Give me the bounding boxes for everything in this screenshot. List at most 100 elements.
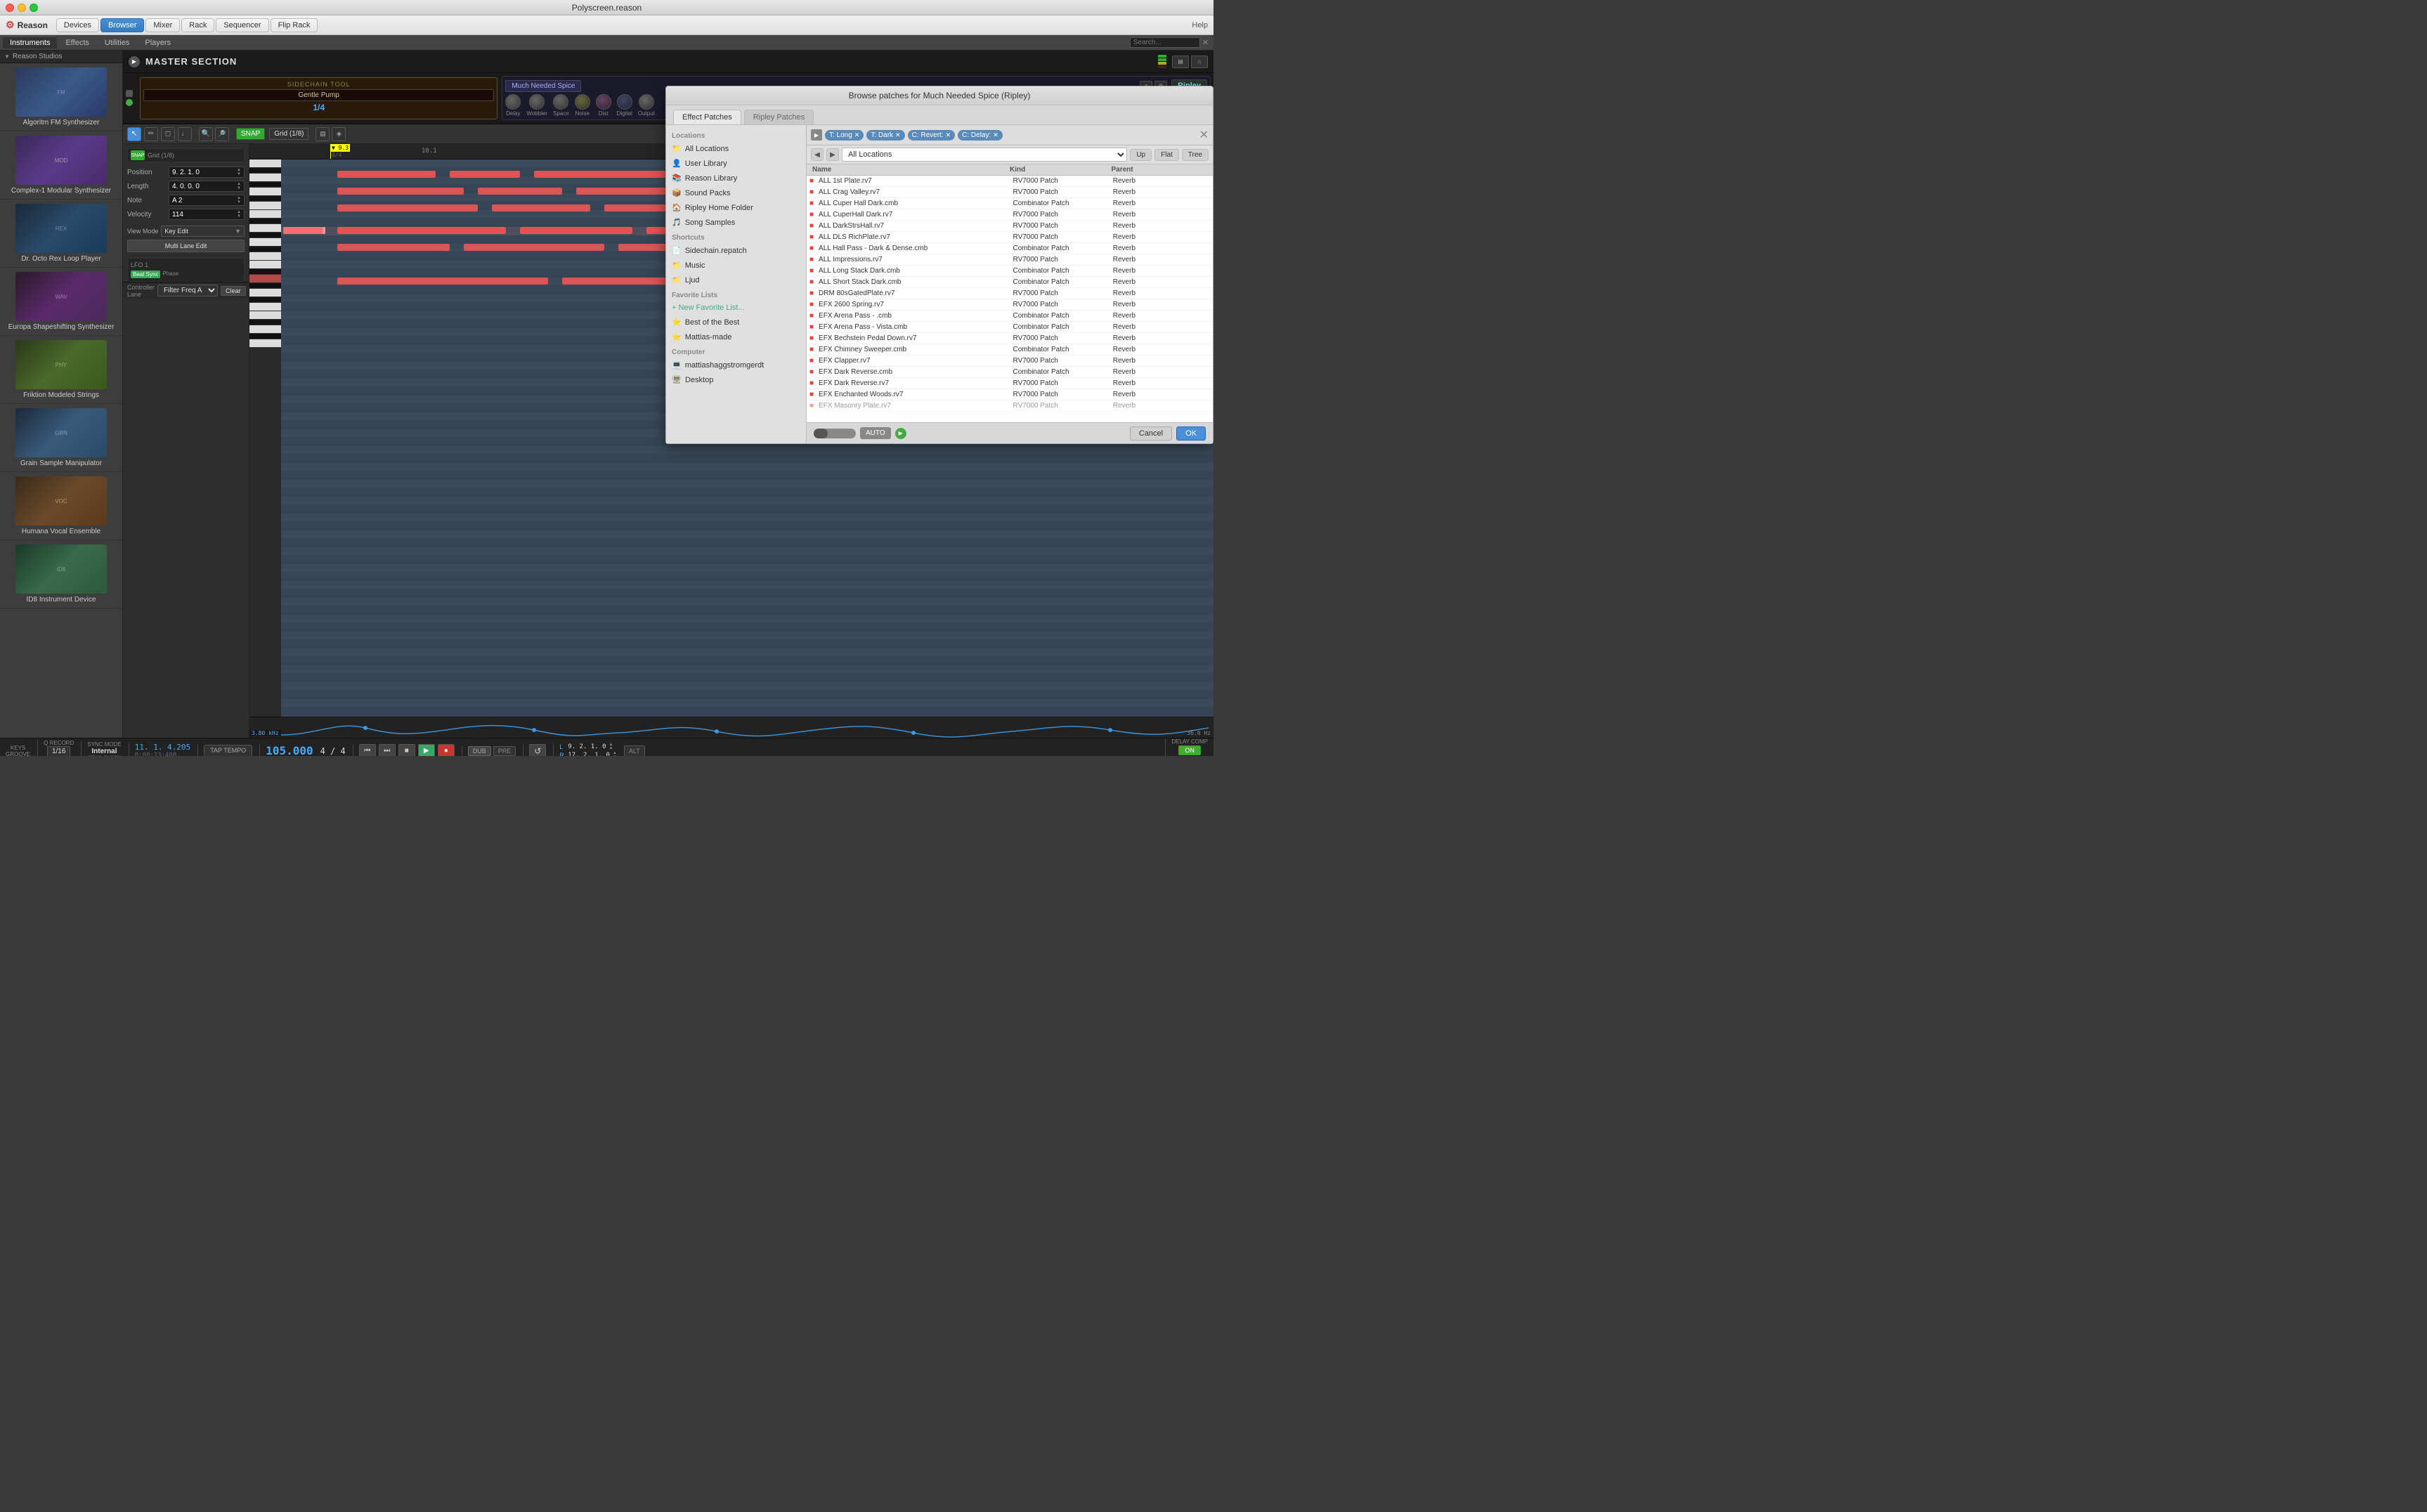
loc-best-of-best[interactable]: ⭐ Best of the Best bbox=[666, 315, 806, 330]
piano-key-e2[interactable] bbox=[249, 311, 281, 320]
note-bar[interactable] bbox=[464, 244, 604, 251]
beat-sync-btn[interactable]: Beat Sync bbox=[131, 271, 160, 278]
snap-toggle[interactable]: SNAP bbox=[131, 150, 145, 160]
delay-knob[interactable] bbox=[505, 94, 521, 110]
note-resize-handle[interactable] bbox=[323, 227, 325, 234]
zoom-out-tool[interactable]: 🔎 bbox=[215, 127, 229, 141]
position-field[interactable]: 9. 2. 1. 0 ▲ ▼ bbox=[169, 167, 245, 178]
loc-sound-packs[interactable]: 📦 Sound Packs bbox=[666, 185, 806, 200]
sidebar-item[interactable]: ID8 ID8 Instrument Device bbox=[0, 540, 122, 608]
minimize-button[interactable] bbox=[18, 4, 26, 12]
on-button[interactable]: ON bbox=[1178, 745, 1201, 755]
piano-key-d3[interactable] bbox=[249, 233, 281, 238]
tag-dark-close[interactable]: ✕ bbox=[895, 131, 901, 139]
cancel-button[interactable]: Cancel bbox=[1130, 426, 1172, 441]
loc-user-library[interactable]: 👤 User Library bbox=[666, 156, 806, 171]
up-button[interactable]: Up bbox=[1130, 149, 1152, 161]
back-btn[interactable]: ◀ bbox=[811, 148, 824, 161]
rewind-btn[interactable]: ⏮ bbox=[359, 744, 376, 757]
multi-lane-edit-button[interactable]: Multi Lane Edit bbox=[127, 240, 245, 252]
help-button[interactable]: Help bbox=[1192, 21, 1208, 30]
snap-button[interactable]: SNAP bbox=[236, 128, 265, 140]
piano-key-c3[interactable] bbox=[249, 247, 281, 252]
space-knob[interactable] bbox=[553, 94, 568, 110]
tree-button[interactable]: Tree bbox=[1182, 149, 1209, 161]
piano-key-f2[interactable] bbox=[249, 303, 281, 311]
note-bar[interactable] bbox=[534, 171, 675, 178]
l-stepper[interactable]: ▲ ▼ bbox=[609, 743, 613, 751]
tab-instruments[interactable]: Instruments bbox=[3, 37, 57, 48]
loc-reason-library[interactable]: 📚 Reason Library bbox=[666, 171, 806, 185]
note-tool[interactable]: ♩ bbox=[178, 127, 192, 141]
loc-music[interactable]: 📁 Music bbox=[666, 258, 806, 273]
list-item[interactable]: ■ ALL DarkStrsHall.rv7 RV7000 Patch Reve… bbox=[807, 221, 1213, 232]
list-item[interactable]: ■ EFX Arena Pass - .cmb Combinator Patch… bbox=[807, 311, 1213, 322]
close-button[interactable] bbox=[6, 4, 14, 12]
piano-key-g3w[interactable] bbox=[249, 202, 281, 210]
list-item[interactable]: ■ ALL Hall Pass - Dark & Dense.cmb Combi… bbox=[807, 243, 1213, 254]
pre-button[interactable]: PRE bbox=[493, 746, 516, 756]
loc-sidechain[interactable]: 📄 Sidechain.repatch bbox=[666, 243, 806, 258]
sequencer-button[interactable]: Sequencer bbox=[216, 18, 268, 32]
output-knob[interactable] bbox=[639, 94, 654, 110]
grid-selector[interactable]: Grid (1/8) bbox=[269, 128, 308, 140]
vel-arrows[interactable]: ▲ ▼ bbox=[237, 210, 241, 219]
list-item[interactable]: ■ EFX Chimney Sweeper.cmb Combinator Pat… bbox=[807, 344, 1213, 356]
select-tool[interactable]: ↖ bbox=[127, 127, 141, 141]
loc-song-samples[interactable]: 🎵 Song Samples bbox=[666, 215, 806, 230]
add-favorite-list[interactable]: + New Favorite List... bbox=[666, 301, 806, 315]
tab-ripley-patches[interactable]: Ripley Patches bbox=[744, 110, 814, 124]
auto-toggle[interactable] bbox=[814, 429, 856, 438]
piano-key-a2[interactable] bbox=[249, 275, 281, 283]
ok-button[interactable]: OK bbox=[1176, 426, 1206, 441]
digital-knob[interactable] bbox=[617, 94, 632, 110]
piano-key-eb2[interactable] bbox=[249, 320, 281, 325]
note-bar[interactable] bbox=[520, 227, 632, 234]
note-bar[interactable] bbox=[337, 204, 478, 211]
loc-mattias-made[interactable]: ⭐ Mattias-made bbox=[666, 330, 806, 344]
piano-key-a3[interactable] bbox=[249, 182, 281, 188]
sidebar-collapse-icon[interactable]: ▼ bbox=[4, 53, 10, 60]
piano-key-db2[interactable] bbox=[249, 334, 281, 339]
list-item[interactable]: ■ EFX Dark Reverse.rv7 RV7000 Patch Reve… bbox=[807, 378, 1213, 389]
piano-key-b2[interactable] bbox=[249, 261, 281, 269]
list-item[interactable]: ■ ALL CuperHall Dark.rv7 RV7000 Patch Re… bbox=[807, 209, 1213, 221]
piano-key-g3[interactable] bbox=[249, 196, 281, 202]
sidebar-item[interactable]: VOC Humana Vocal Ensemble bbox=[0, 472, 122, 540]
pencil-tool[interactable]: ✏ bbox=[144, 127, 158, 141]
r-stepper[interactable]: ▲ ▼ bbox=[613, 751, 617, 757]
preview-play-btn[interactable]: ▶ bbox=[895, 428, 906, 439]
location-dropdown[interactable]: All Locations bbox=[842, 148, 1127, 162]
tab-effect-patches[interactable]: Effect Patches bbox=[673, 110, 741, 124]
dist-knob[interactable] bbox=[596, 94, 611, 110]
tab-utilities[interactable]: Utilities bbox=[98, 37, 136, 48]
list-item[interactable]: ■ ALL Impressions.rv7 RV7000 Patch Rever… bbox=[807, 254, 1213, 266]
piano-key-gb2[interactable] bbox=[249, 297, 281, 303]
ripley-preset-btn[interactable]: Much Needed Spice bbox=[505, 80, 581, 92]
list-item[interactable]: ■ ALL Long Stack Dark.cmb Combinator Pat… bbox=[807, 266, 1213, 277]
list-item[interactable]: ■ EFX Enchanted Woods.rv7 RV7000 Patch R… bbox=[807, 389, 1213, 400]
sidebar-item[interactable]: PHY Friktion Modeled Strings bbox=[0, 336, 122, 404]
length-field[interactable]: 4. 0. 0. 0 ▲ ▼ bbox=[169, 181, 245, 192]
list-item[interactable]: ■ EFX 2600 Spring.rv7 RV7000 Patch Rever… bbox=[807, 299, 1213, 311]
tag-delay-close[interactable]: ✕ bbox=[993, 131, 998, 139]
piano-key-a3w[interactable] bbox=[249, 188, 281, 196]
fast-forward-btn[interactable]: ⏭ bbox=[379, 744, 396, 757]
clear-button[interactable]: Clear bbox=[221, 286, 246, 296]
loc-ljud[interactable]: 📁 Ljud bbox=[666, 273, 806, 287]
record-btn[interactable]: ● bbox=[438, 744, 455, 757]
mixer-button[interactable]: Mixer bbox=[145, 18, 180, 32]
noise-knob[interactable] bbox=[575, 94, 590, 110]
list-item[interactable]: ■ ALL Short Stack Dark.cmb Combinator Pa… bbox=[807, 277, 1213, 288]
note-bar[interactable] bbox=[337, 171, 436, 178]
master-ctrl-btn[interactable]: ▤ bbox=[1172, 56, 1189, 68]
sidebar-item[interactable]: FM Algoritm FM Synthesizer bbox=[0, 63, 122, 131]
piano-key-b3w[interactable] bbox=[249, 174, 281, 182]
view-mode-dropdown[interactable]: Key Edit ▼ bbox=[161, 226, 245, 237]
loc-all-locations[interactable]: 📁 All Locations bbox=[666, 141, 806, 156]
piano-key-e3[interactable] bbox=[249, 219, 281, 224]
piano-key-d2[interactable] bbox=[249, 325, 281, 334]
follow-btn[interactable]: ◈ bbox=[332, 127, 346, 141]
piano-key-ab2[interactable] bbox=[249, 283, 281, 289]
dub-button[interactable]: DUB bbox=[468, 746, 491, 756]
